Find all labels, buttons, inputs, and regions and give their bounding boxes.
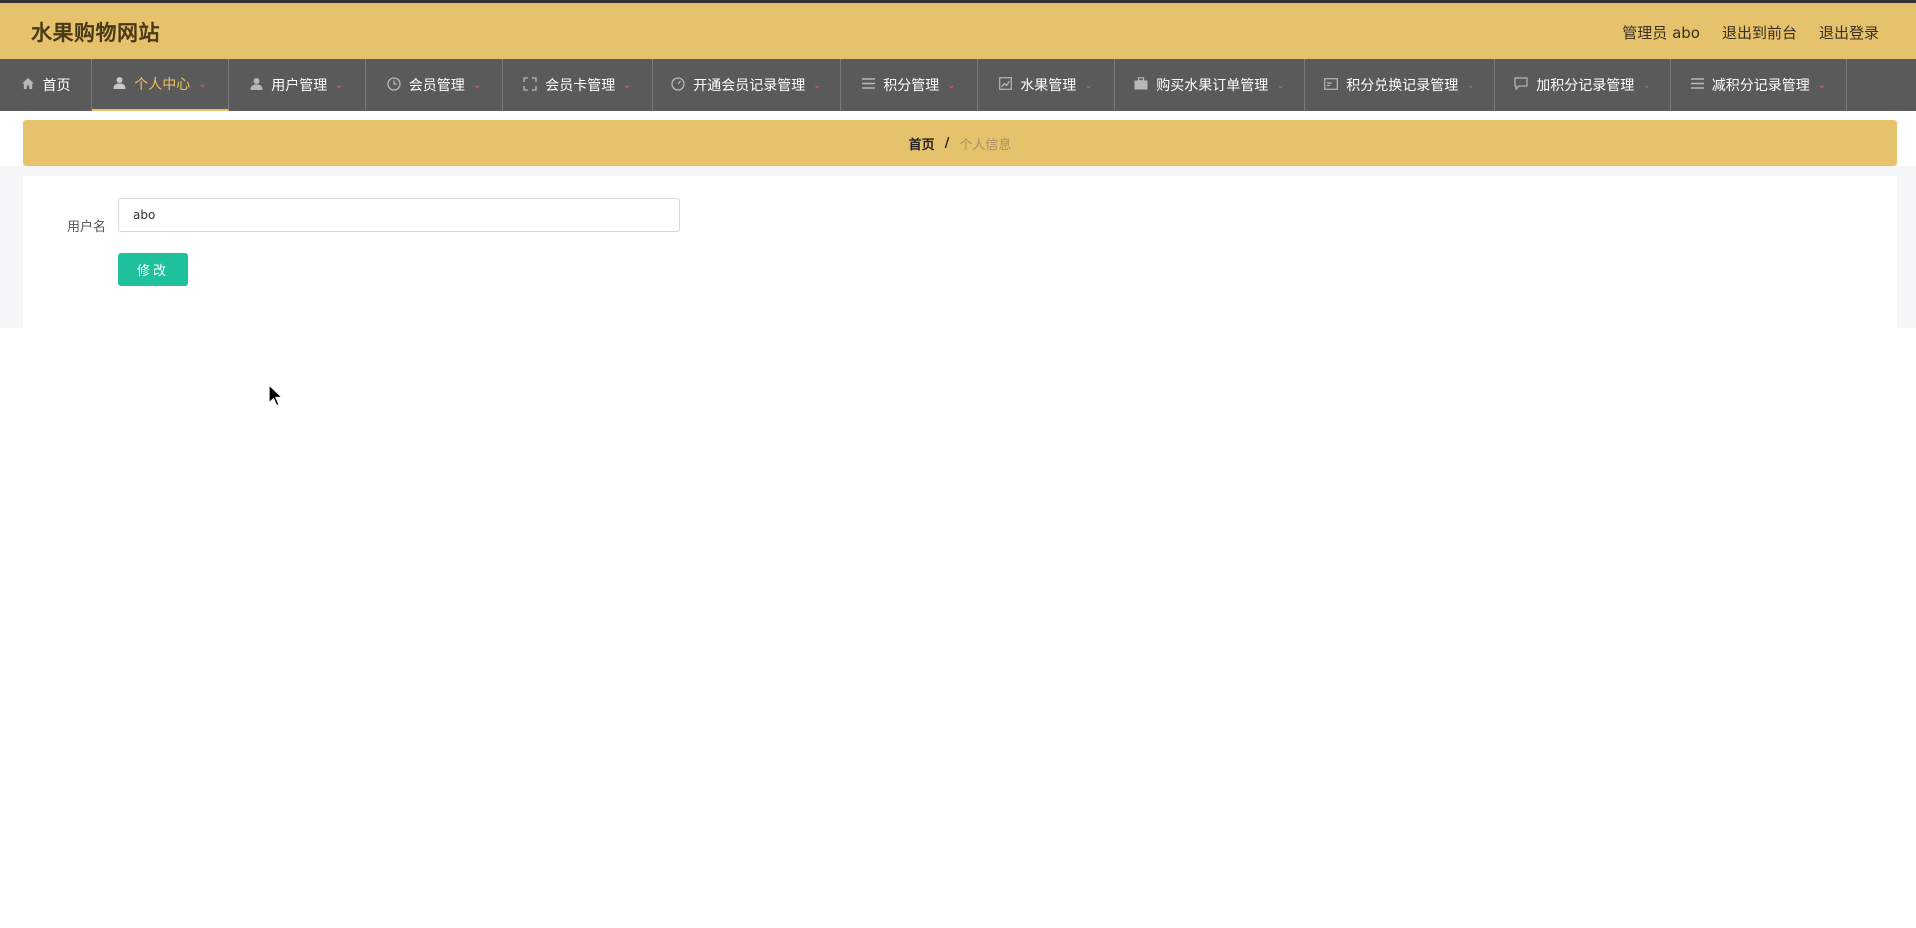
dashboard-icon bbox=[671, 76, 685, 94]
chevron-down-icon: ⌄ bbox=[1466, 79, 1475, 91]
home-icon bbox=[21, 77, 35, 93]
nav-item-membership-records[interactable]: 开通会员记录管理 ⌄ bbox=[653, 59, 841, 111]
nav-label: 水果管理 bbox=[1020, 78, 1077, 94]
chevron-down-icon: ⌄ bbox=[198, 78, 207, 90]
username-label: 用户名 bbox=[67, 220, 107, 235]
nav-item-points-management[interactable]: 积分管理 ⌄ bbox=[841, 59, 978, 111]
top-actions: 管理员 abo 退出到前台 退出登录 bbox=[1622, 22, 1879, 43]
chevron-down-icon: ⌄ bbox=[335, 79, 344, 91]
nav-label: 会员管理 bbox=[408, 78, 465, 94]
message-icon bbox=[1514, 77, 1528, 93]
nav-item-member-management[interactable]: 会员管理 ⌄ bbox=[366, 59, 503, 111]
chevron-down-icon: ⌄ bbox=[472, 79, 482, 91]
chevron-down-icon: ⌄ bbox=[1276, 79, 1285, 91]
nav-label: 会员卡管理 bbox=[545, 78, 616, 94]
briefcase-icon bbox=[1134, 77, 1148, 93]
list-icon bbox=[862, 78, 876, 92]
user-icon bbox=[250, 77, 263, 93]
username-input[interactable] bbox=[118, 198, 680, 232]
nav-item-home[interactable]: 首页 bbox=[0, 59, 92, 111]
breadcrumb-home-link[interactable]: 首页 bbox=[909, 134, 935, 153]
nav-item-reduce-points-records[interactable]: 减积分记录管理 ⌄ bbox=[1671, 59, 1847, 111]
modify-button[interactable]: 修改 bbox=[118, 253, 188, 286]
nav-item-fruit-orders[interactable]: 购买水果订单管理 ⌄ bbox=[1115, 59, 1305, 111]
chevron-down-icon: ⌄ bbox=[1084, 79, 1093, 91]
nav-label: 首页 bbox=[42, 78, 71, 94]
chart-icon bbox=[999, 77, 1013, 93]
list-icon bbox=[1690, 78, 1704, 92]
nav-item-add-points-records[interactable]: 加积分记录管理 ⌄ bbox=[1495, 59, 1671, 111]
nav-label: 个人中心 bbox=[134, 77, 191, 93]
logout-link[interactable]: 退出登录 bbox=[1819, 22, 1879, 43]
nav-label: 购买水果订单管理 bbox=[1156, 78, 1269, 94]
content-area: 用户名 修改 bbox=[0, 166, 1916, 328]
expand-icon bbox=[523, 76, 537, 94]
chevron-down-icon: ⌄ bbox=[813, 79, 822, 91]
breadcrumb: 首页 / 个人信息 bbox=[23, 120, 1897, 166]
top-header: 水果购物网站 管理员 abo 退出到前台 退出登录 bbox=[0, 0, 1916, 59]
breadcrumb-current: 个人信息 bbox=[959, 137, 1012, 153]
nav-label: 用户管理 bbox=[271, 78, 328, 94]
nav-item-user-management[interactable]: 用户管理 ⌄ bbox=[229, 59, 366, 111]
nav-label: 积分兑换记录管理 bbox=[1346, 78, 1459, 94]
admin-user-label: 管理员 abo bbox=[1622, 24, 1700, 42]
nav-item-member-card-management[interactable]: 会员卡管理 ⌄ bbox=[503, 59, 653, 111]
nav-item-points-exchange-records[interactable]: 积分兑换记录管理 ⌄ bbox=[1305, 59, 1495, 111]
chevron-down-icon: ⌄ bbox=[1817, 79, 1827, 91]
chevron-down-icon: ⌄ bbox=[1642, 79, 1651, 91]
breadcrumb-separator: / bbox=[944, 135, 950, 151]
mouse-cursor-icon bbox=[268, 383, 284, 412]
nav-label: 积分管理 bbox=[883, 78, 940, 94]
nav-item-personal-center[interactable]: 个人中心 ⌄ bbox=[92, 59, 229, 111]
nav-label: 加积分记录管理 bbox=[1536, 78, 1635, 94]
chevron-down-icon: ⌄ bbox=[623, 79, 632, 91]
clock-icon bbox=[387, 76, 401, 94]
main-nav: 首页 个人中心 ⌄ 用户管理 ⌄ 会员管理 ⌄ 会员卡管理 ⌄ 开通会员记录管理… bbox=[0, 59, 1916, 111]
user-icon bbox=[113, 76, 126, 92]
profile-form-panel: 用户名 修改 bbox=[23, 176, 1897, 328]
chevron-down-icon: ⌄ bbox=[947, 79, 956, 91]
nav-label: 开通会员记录管理 bbox=[693, 78, 806, 94]
site-title: 水果购物网站 bbox=[31, 21, 160, 45]
exit-to-front-link[interactable]: 退出到前台 bbox=[1722, 22, 1797, 43]
nav-label: 减积分记录管理 bbox=[1711, 78, 1810, 94]
nav-item-fruit-management[interactable]: 水果管理 ⌄ bbox=[978, 59, 1115, 111]
card-icon bbox=[1324, 77, 1339, 93]
